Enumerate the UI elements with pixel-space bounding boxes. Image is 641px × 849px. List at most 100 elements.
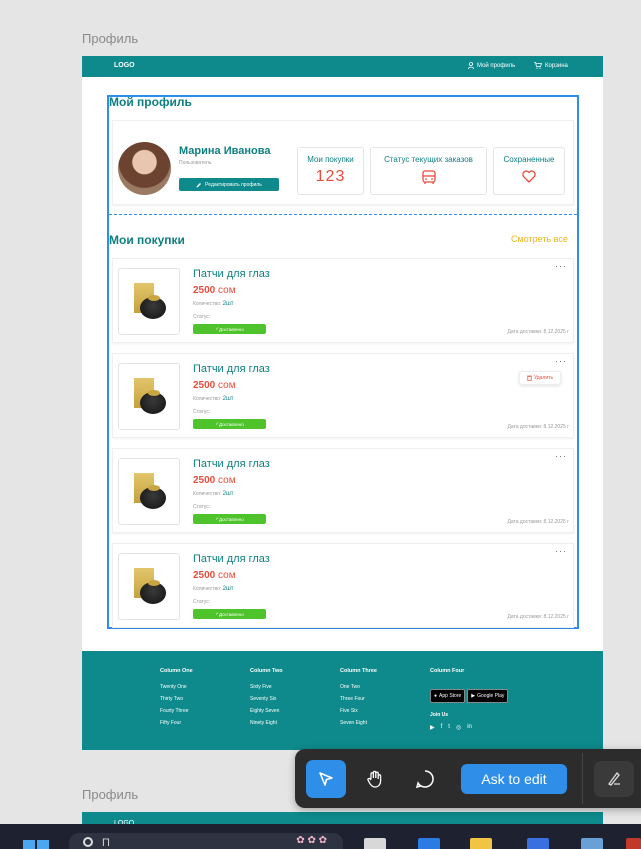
- footer-link[interactable]: Twenty One: [160, 684, 193, 690]
- stat-saved[interactable]: Сохраненные: [493, 147, 565, 195]
- footer-link[interactable]: Fourty Three: [160, 708, 193, 714]
- nav-cart[interactable]: Корзина: [534, 62, 568, 69]
- facebook-icon[interactable]: f: [441, 724, 443, 731]
- footer-link[interactable]: Seven Eight: [340, 720, 377, 726]
- section-divider: [109, 214, 577, 215]
- heart-icon: [522, 170, 536, 183]
- apple-icon: ●: [434, 693, 438, 699]
- folder-icon[interactable]: [470, 838, 492, 849]
- draw-tool-button[interactable]: [594, 761, 634, 797]
- edit-profile-button[interactable]: Редактировать профиль: [179, 178, 279, 191]
- product-name[interactable]: Патчи для глаз: [193, 553, 270, 565]
- hand-tool-button[interactable]: [355, 760, 395, 798]
- bus-icon: [421, 170, 436, 184]
- nav-my-profile[interactable]: Мой профиль: [468, 62, 515, 69]
- purchase-item[interactable]: Патчи для глаз 2500 сом Количество: 2шт …: [112, 448, 574, 533]
- purchase-item[interactable]: Патчи для глаз 2500 сом Количество: 2шт …: [112, 353, 574, 438]
- more-options-button[interactable]: ···: [555, 261, 567, 271]
- search-placeholder: П: [102, 837, 110, 849]
- price-currency: сом: [218, 380, 236, 391]
- delivery-date-value: 8.12.2025 г: [543, 614, 569, 620]
- quantity-value: 2шт: [222, 491, 234, 497]
- user-icon: [468, 62, 474, 69]
- instagram-icon[interactable]: ◎: [456, 724, 461, 731]
- app-store-label: App Store: [439, 693, 462, 699]
- taskbar-app-icon[interactable]: [626, 838, 641, 849]
- product-name[interactable]: Патчи для глаз: [193, 458, 270, 470]
- status-badge: ✓ Доставлено: [193, 609, 266, 619]
- join-us-label: Join Us: [430, 712, 449, 718]
- play-icon: ▶: [471, 693, 476, 699]
- status-badge-label: Доставлено: [219, 516, 244, 522]
- footer-link[interactable]: Seventy Six: [250, 696, 283, 702]
- footer-column: Column Three One Two Three Four Five Six…: [340, 668, 377, 732]
- purchase-item[interactable]: Патчи для глаз 2500 сом Количество: 2шт …: [112, 543, 574, 628]
- top-nav: LOGO Мой профиль Корзина: [82, 56, 603, 77]
- taskbar-app-icon[interactable]: [418, 838, 440, 849]
- stat-order-status[interactable]: Статус текущих заказов: [370, 147, 487, 195]
- move-tool-button[interactable]: [306, 760, 346, 798]
- twitter-icon[interactable]: t: [448, 724, 450, 731]
- footer-link[interactable]: Three Four: [340, 696, 377, 702]
- footer-link[interactable]: One Two: [340, 684, 377, 690]
- stat-saved-label: Сохраненные: [503, 155, 555, 164]
- windows-start-icon[interactable]: [23, 840, 49, 849]
- taskbar-app-icon[interactable]: [364, 838, 386, 849]
- search-decoration-icon: ✿ ✿ ✿: [296, 835, 327, 846]
- status-label: Статус:: [193, 409, 211, 415]
- app-store-button[interactable]: ● App Store: [430, 689, 466, 703]
- search-icon: [83, 837, 93, 847]
- taskbar: П ✿ ✿ ✿: [0, 824, 641, 849]
- product-price: 2500 сом: [193, 285, 236, 296]
- taskbar-search[interactable]: П ✿ ✿ ✿: [69, 833, 343, 849]
- price-currency: сом: [218, 285, 236, 296]
- footer-link[interactable]: Thirty Two: [160, 696, 193, 702]
- footer-column-title: Column One: [160, 668, 193, 674]
- purchase-item[interactable]: Патчи для глаз 2500 сом Количество: 2шт …: [112, 258, 574, 343]
- logo[interactable]: LOGO: [114, 62, 135, 69]
- frame-label[interactable]: Профиль: [82, 31, 138, 46]
- quantity-value: 2шт: [222, 586, 234, 592]
- price-value: 2500: [193, 380, 216, 391]
- delete-button[interactable]: Удалить: [519, 371, 561, 385]
- quantity-value: 2шт: [222, 396, 234, 402]
- google-play-button[interactable]: ▶ Google Play: [467, 689, 509, 703]
- product-price: 2500 сом: [193, 380, 236, 391]
- footer-link[interactable]: Ninety Eight: [250, 720, 283, 726]
- delivery-date-label: Дата доставки:: [507, 519, 543, 525]
- footer-link[interactable]: Eighty Seven: [250, 708, 283, 714]
- product-image: [118, 458, 180, 525]
- toolbar-divider: [582, 753, 583, 804]
- comment-tool-button[interactable]: [405, 760, 445, 798]
- quantity: Количество: 2шт: [193, 301, 234, 307]
- linkedin-icon[interactable]: in: [467, 724, 472, 731]
- footer-link[interactable]: Fifty Four: [160, 720, 193, 726]
- delivery-date-value: 8.12.2025 г: [543, 424, 569, 430]
- product-name[interactable]: Патчи для глаз: [193, 363, 270, 375]
- status-badge: ✓ Доставлено: [193, 419, 266, 429]
- youtube-icon[interactable]: ▶: [430, 724, 435, 731]
- footer-link[interactable]: Five Six: [340, 708, 377, 714]
- stat-my-purchases[interactable]: Мои покупки 123: [297, 147, 364, 195]
- stat-orders-label: Статус текущих заказов: [384, 155, 473, 164]
- avatar: [118, 142, 171, 195]
- frame-label[interactable]: Профиль: [82, 787, 138, 802]
- product-price: 2500 сом: [193, 475, 236, 486]
- taskbar-app-icon[interactable]: [581, 838, 603, 849]
- delivery-date-label: Дата доставки:: [507, 329, 543, 335]
- see-all-link[interactable]: Смотреть все: [511, 234, 568, 244]
- delivery-date: Дата доставки: 8.12.2025 г: [507, 329, 569, 335]
- footer-link[interactable]: Sixty Five: [250, 684, 283, 690]
- status-label: Статус:: [193, 504, 211, 510]
- stat-purchases-count: 123: [315, 168, 346, 185]
- hand-icon: [367, 770, 382, 788]
- delivery-date: Дата доставки: 8.12.2025 г: [507, 614, 569, 620]
- footer-column: Column One Twenty One Thirty Two Fourty …: [160, 668, 193, 732]
- more-options-button[interactable]: ···: [555, 451, 567, 461]
- more-options-button[interactable]: ···: [555, 546, 567, 556]
- more-options-button[interactable]: ···: [555, 356, 567, 366]
- ask-to-edit-button[interactable]: Ask to edit: [461, 764, 567, 794]
- taskbar-app-icon[interactable]: [527, 838, 549, 849]
- cursor-icon: [319, 772, 333, 786]
- product-name[interactable]: Патчи для глаз: [193, 268, 270, 280]
